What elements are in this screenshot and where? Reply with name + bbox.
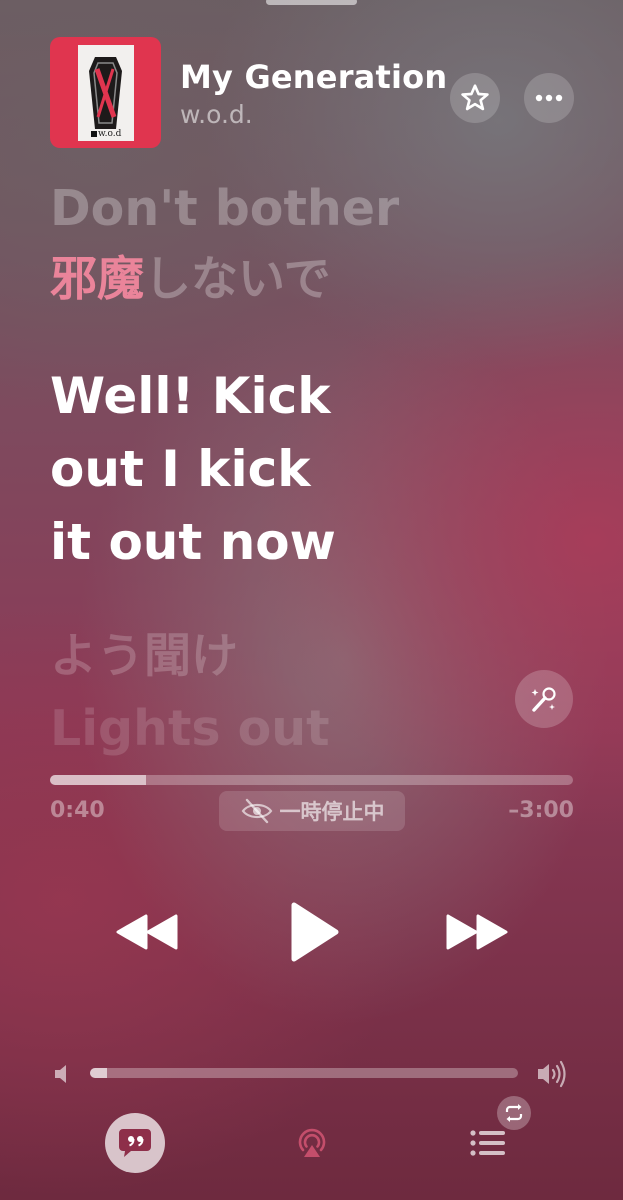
lyric-line-previous-1[interactable]: Don't bother [50,176,399,242]
lyric-current-row: out I kick [50,440,311,498]
lyric-line-previous-2[interactable]: 邪魔しないで [50,247,331,313]
queue-list-icon [470,1130,505,1156]
play-button[interactable] [282,895,346,969]
ellipsis-icon [535,94,563,102]
track-title[interactable]: My Generation [180,58,447,96]
listening-status-label: 一時停止中 [279,800,385,824]
playback-progress-fill [50,775,147,785]
more-button[interactable] [524,73,574,123]
queue-button[interactable] [466,1124,510,1162]
lyric-current-row: it out now [50,513,336,571]
lyric-line-rest: しないで [144,252,331,307]
volume-slider-fill [90,1068,108,1078]
play-icon [291,902,339,962]
sing-button[interactable] [515,670,573,728]
star-icon [461,84,489,111]
lyric-current-row: Well! Kick [50,367,331,425]
lyric-line-next-2[interactable]: Lights out [50,696,330,762]
artist-name[interactable]: w.o.d. [180,100,253,129]
lyrics-button[interactable] [105,1113,165,1173]
listening-status-pill[interactable]: 一時停止中 [219,791,405,831]
elapsed-time: 0:40 [50,798,105,823]
rewind-button[interactable] [112,905,182,959]
volume-slider[interactable] [90,1068,518,1078]
artwork-label: w.o.d [98,129,122,139]
volume-low-icon [55,1065,66,1083]
listening-paused-icon [241,798,272,824]
playback-progress-bar[interactable] [50,775,573,785]
microphone-sparkle-icon [531,687,556,712]
album-artwork[interactable]: w.o.d [50,37,161,148]
airplay-icon [298,1128,326,1157]
lyric-line-current[interactable]: Well! Kick out I kick it out now [50,360,336,579]
airplay-button[interactable] [290,1120,334,1164]
rewind-icon [116,914,178,950]
lyrics-quote-icon [119,1129,151,1157]
sheet-grabber[interactable] [266,0,357,5]
remaining-time: –3:00 [508,798,574,823]
lyric-line-next-1[interactable]: よう聞け [50,624,238,690]
volume-high-icon [538,1060,566,1088]
favorite-button[interactable] [450,73,500,123]
fast-forward-button[interactable] [442,905,512,959]
fast-forward-icon [446,914,508,950]
repeat-icon [505,1104,523,1122]
lyric-highlighted-word: 邪魔 [50,252,144,307]
